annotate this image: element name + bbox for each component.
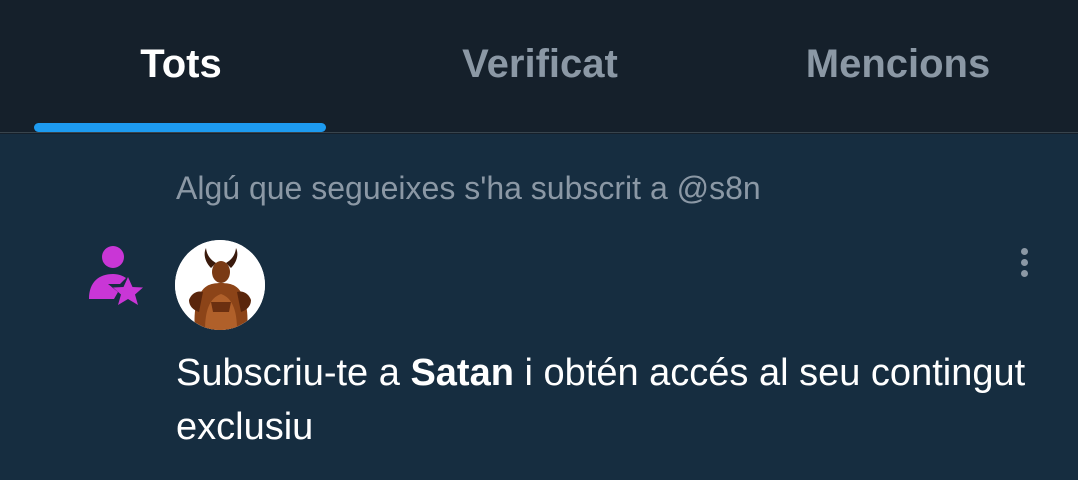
tab-verified-label: Verificat	[462, 42, 618, 86]
tab-all-label: Tots	[140, 42, 222, 86]
subscribed-user-name[interactable]: Satan	[410, 352, 513, 394]
avatar-image	[175, 240, 265, 330]
more-vertical-icon-dot	[1020, 258, 1028, 266]
person-star-icon	[89, 246, 143, 305]
tab-all[interactable]: Tots	[0, 0, 362, 133]
tab-mentions-label: Mencions	[805, 42, 991, 86]
more-options-button[interactable]	[1004, 242, 1044, 282]
more-vertical-icon-dot	[1020, 269, 1028, 277]
more-vertical-icon	[1020, 247, 1028, 255]
avatar[interactable]	[175, 240, 265, 330]
tab-bar: Tots Verificat Mencions	[0, 0, 1078, 133]
tab-verified[interactable]: Verificat	[362, 0, 718, 133]
notification-context: Algú que segueixes s'ha subscrit a @s8n	[176, 170, 761, 206]
notification-message: Subscriu-te a Satan i obtén accés al seu…	[176, 346, 1036, 454]
active-tab-indicator	[34, 123, 326, 132]
tab-mentions[interactable]: Mencions	[718, 0, 1078, 133]
message-text-before: Subscriu-te a	[176, 352, 411, 394]
notification-item[interactable]: Algú que segueixes s'ha subscrit a @s8n …	[0, 134, 1078, 480]
